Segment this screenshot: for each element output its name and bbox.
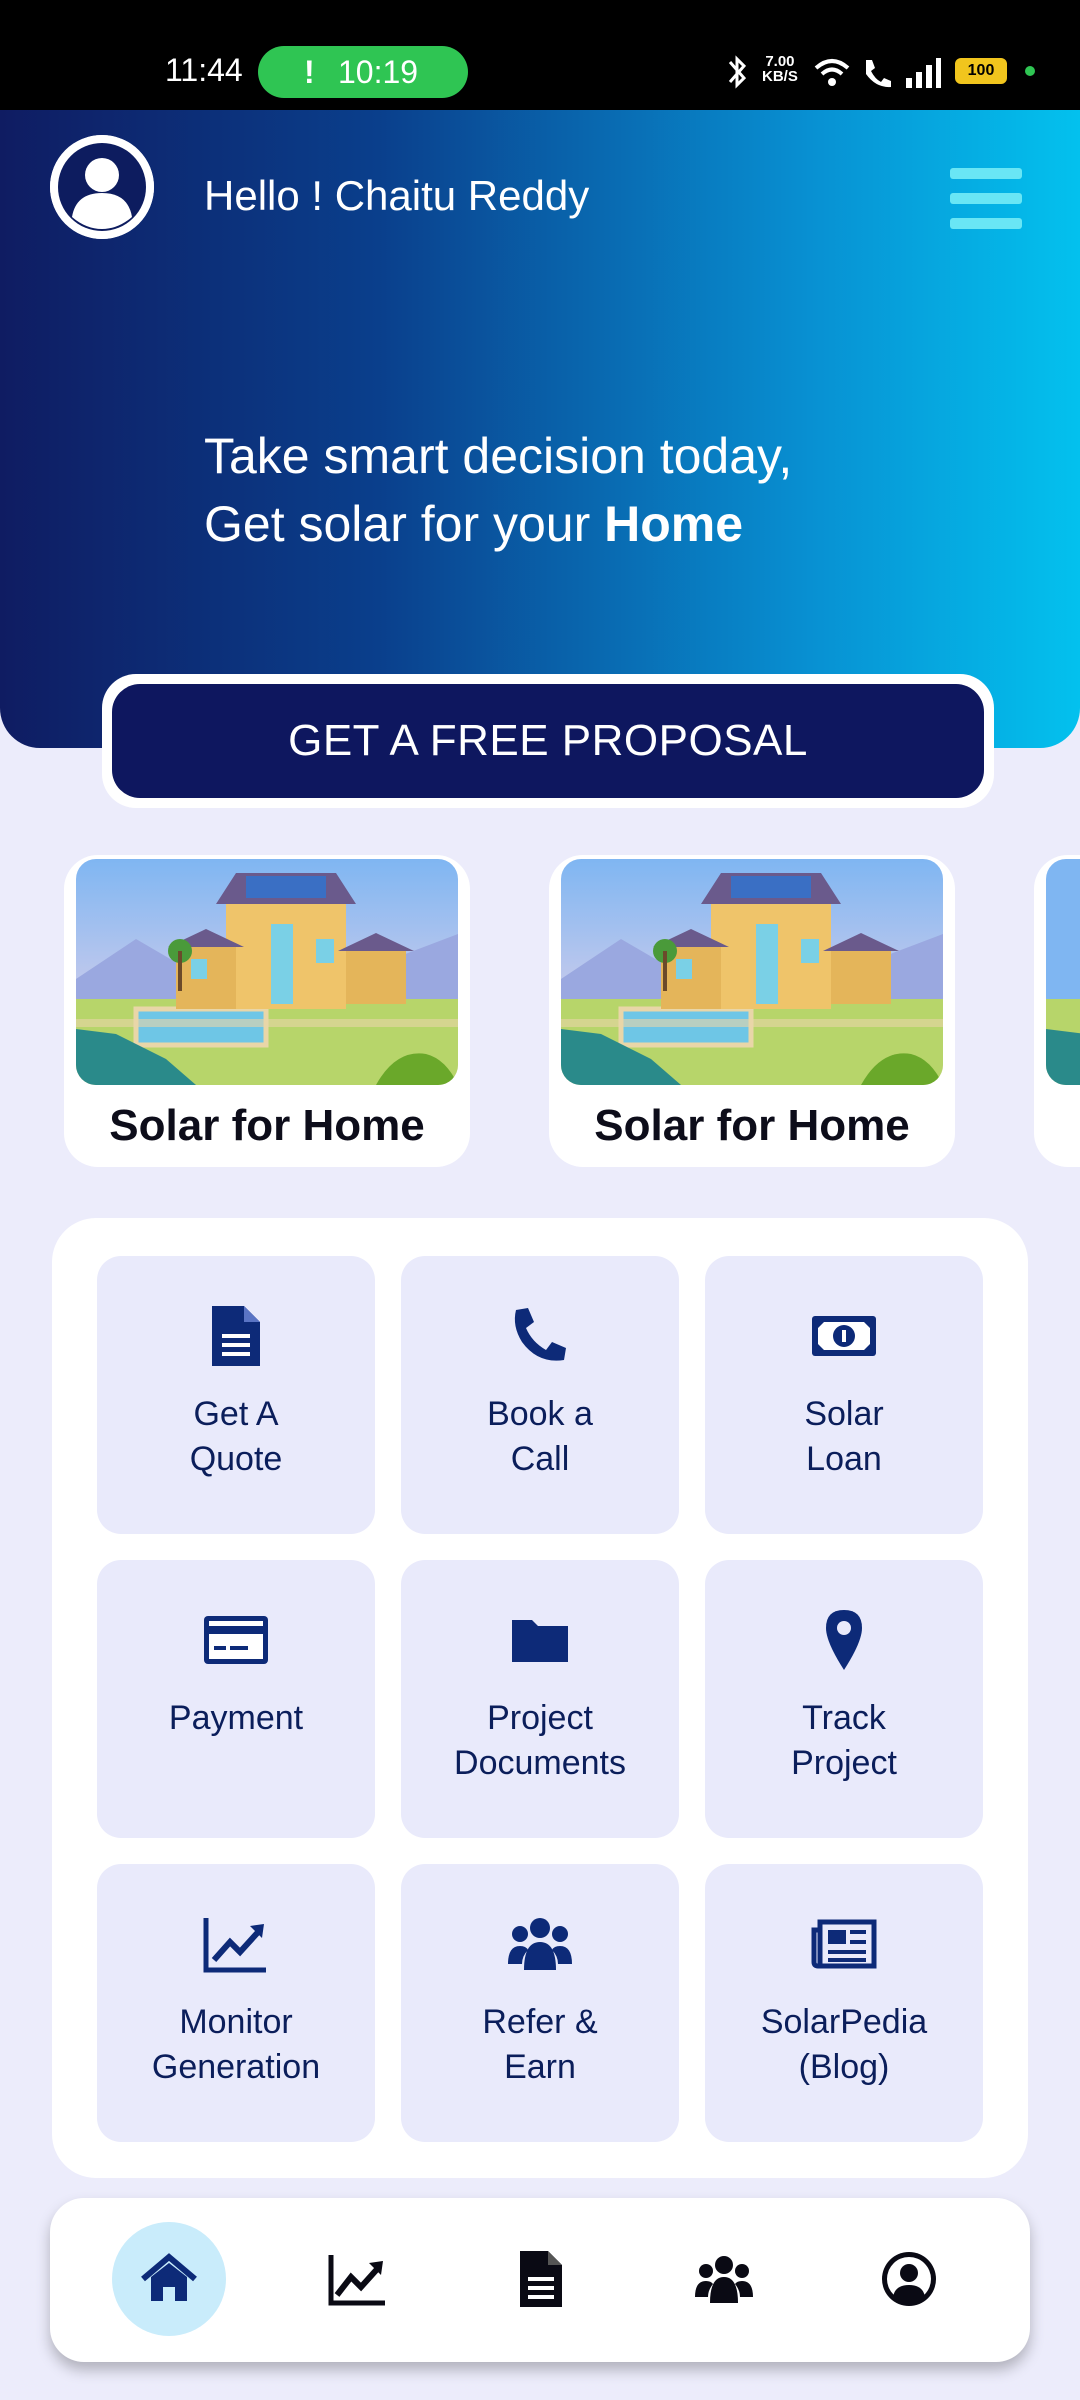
chart-line-icon bbox=[203, 1918, 266, 1973]
tagline-line-1: Take smart decision today, bbox=[204, 428, 793, 484]
signal-icon bbox=[906, 58, 941, 88]
phone-icon bbox=[514, 1308, 566, 1361]
get-free-proposal-button[interactable]: GET A FREE PROPOSAL bbox=[112, 684, 984, 798]
carousel-card[interactable]: Solar for Home bbox=[549, 855, 955, 1167]
user-circle-icon bbox=[50, 135, 154, 239]
solar-loan-tile[interactable]: Solar Loan bbox=[705, 1256, 983, 1534]
call-duration: 10:19 bbox=[338, 54, 419, 90]
call-icon bbox=[866, 60, 891, 88]
track-project-tile[interactable]: Track Project bbox=[705, 1560, 983, 1838]
tile-label: Monitor Generation bbox=[151, 2003, 321, 2086]
nav-home[interactable] bbox=[112, 2222, 226, 2336]
ongoing-call-pill[interactable]: ! 10:19 bbox=[258, 46, 468, 98]
payment-tile[interactable]: Payment bbox=[97, 1560, 375, 1838]
tile-label: Project Documents bbox=[454, 1699, 626, 1782]
users-icon bbox=[695, 2256, 753, 2303]
hero-tagline: Take smart decision today, Get solar for… bbox=[204, 422, 792, 558]
chart-line-icon bbox=[328, 2255, 385, 2306]
services-panel: Get A Quote Book a Call Solar Loan Payme… bbox=[52, 1218, 1028, 2178]
tile-label: SolarPedia (Blog) bbox=[760, 2003, 928, 2086]
book-call-tile[interactable]: Book a Call bbox=[401, 1256, 679, 1534]
battery-icon: 100 bbox=[955, 58, 1007, 84]
tile-label: Payment bbox=[168, 1699, 304, 1737]
carousel-card[interactable]: Solar for Home bbox=[64, 855, 470, 1167]
user-circle-icon bbox=[882, 2252, 936, 2306]
carousel-card-title: Solar for Home bbox=[594, 1101, 910, 1150]
menu-bar bbox=[950, 218, 1022, 229]
profile-avatar[interactable] bbox=[50, 135, 154, 239]
carousel-card-title: Solar for Home bbox=[109, 1101, 425, 1150]
call-alert-mark: ! bbox=[304, 54, 315, 90]
solar-house-illustration bbox=[1046, 859, 1080, 1085]
proposal-button-frame: GET A FREE PROPOSAL bbox=[102, 674, 994, 808]
tile-label: Solar Loan bbox=[804, 1395, 884, 1478]
privacy-dot bbox=[1025, 66, 1035, 76]
document-icon bbox=[212, 1306, 260, 1366]
refer-earn-tile[interactable]: Refer & Earn bbox=[401, 1864, 679, 2142]
document-icon bbox=[520, 2251, 562, 2307]
money-bill-icon bbox=[812, 1316, 876, 1356]
bottom-navigation bbox=[50, 2198, 1030, 2362]
status-time: 11:44 bbox=[165, 52, 243, 88]
carousel-card[interactable]: Solar for Home bbox=[1034, 855, 1080, 1167]
nav-profile[interactable] bbox=[852, 2222, 966, 2336]
newspaper-icon bbox=[811, 1919, 877, 1969]
tile-label: Refer & Earn bbox=[482, 2003, 598, 2086]
status-bar: 11:44 ! 10:19 7.00 KB/S 100 bbox=[0, 0, 1080, 110]
tile-label: Get A Quote bbox=[189, 1395, 283, 1478]
tile-label: Book a Call bbox=[487, 1395, 593, 1478]
monitor-generation-tile[interactable]: Monitor Generation bbox=[97, 1864, 375, 2142]
solar-house-illustration bbox=[76, 859, 458, 1085]
greeting-text: Hello ! Chaitu Reddy bbox=[204, 172, 590, 219]
tagline-line-2: Get solar for your Home bbox=[204, 496, 744, 552]
solar-house-illustration bbox=[561, 859, 943, 1085]
get-quote-tile[interactable]: Get A Quote bbox=[97, 1256, 375, 1534]
carousel-card-title: Solar for Home bbox=[1034, 1101, 1080, 1151]
hamburger-menu-button[interactable] bbox=[950, 168, 1022, 229]
tile-label: Track Project bbox=[791, 1699, 897, 1782]
credit-card-icon bbox=[204, 1616, 268, 1664]
wifi-icon bbox=[814, 59, 850, 86]
nav-generation[interactable] bbox=[300, 2222, 414, 2336]
solar-carousel[interactable]: Solar for Home Solar for Home bbox=[0, 855, 1080, 1167]
menu-bar bbox=[950, 168, 1022, 179]
net-speed: 7.00 KB/S bbox=[762, 53, 798, 85]
project-documents-tile[interactable]: Project Documents bbox=[401, 1560, 679, 1838]
users-icon bbox=[508, 1918, 572, 1970]
solarpedia-blog-tile[interactable]: SolarPedia (Blog) bbox=[705, 1864, 983, 2142]
location-pin-icon bbox=[826, 1610, 862, 1670]
folder-icon bbox=[512, 1620, 568, 1662]
nav-documents[interactable] bbox=[483, 2222, 597, 2336]
nav-refer[interactable] bbox=[667, 2222, 781, 2336]
home-icon bbox=[141, 2253, 197, 2301]
menu-bar bbox=[950, 193, 1022, 204]
bluetooth-icon bbox=[728, 55, 747, 89]
